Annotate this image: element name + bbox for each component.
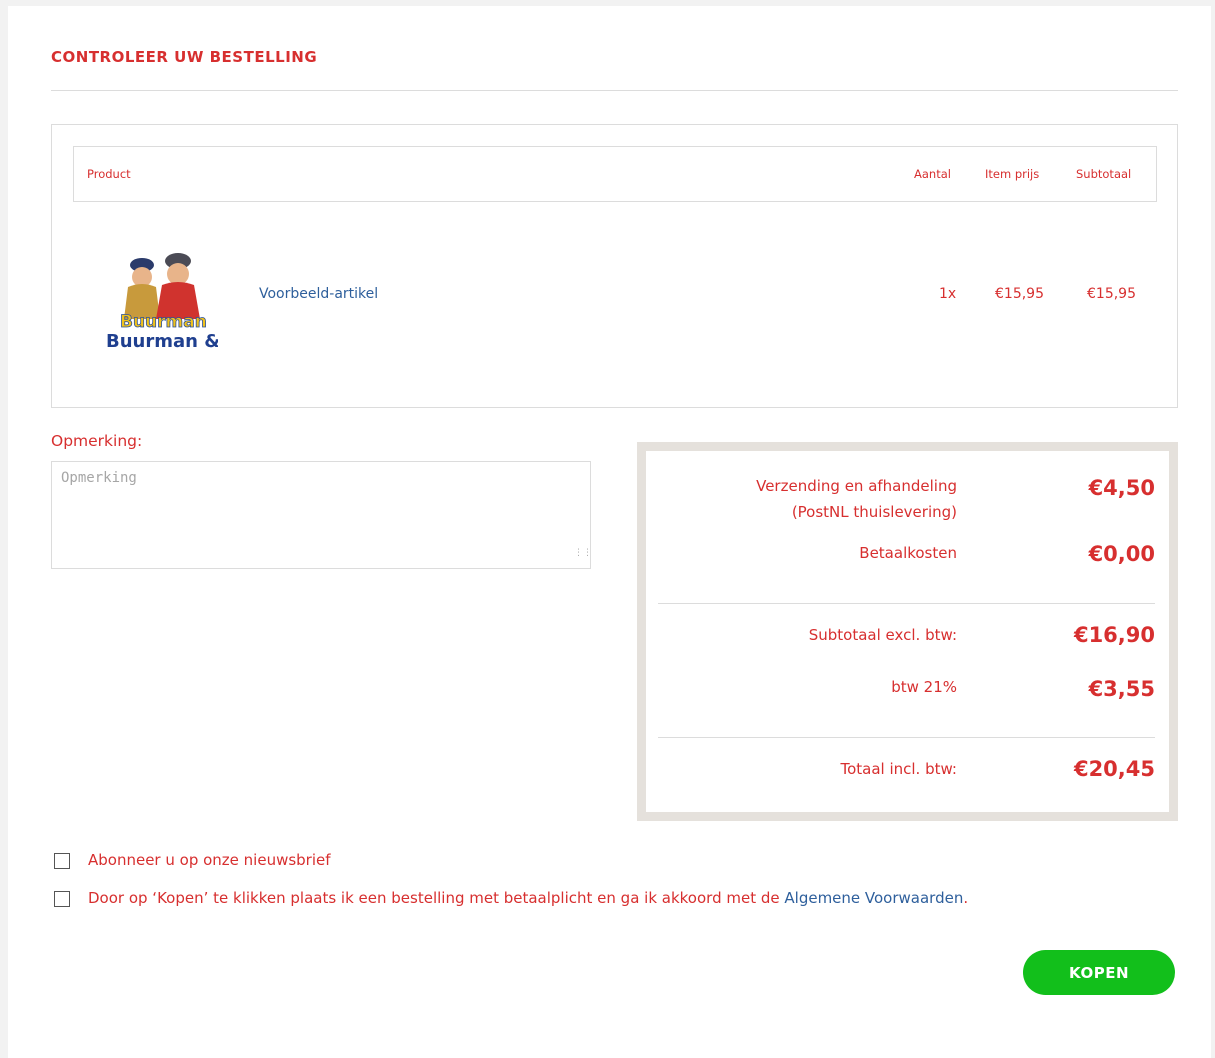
payment-value: €0,00 [1088,542,1155,566]
item-subtotal: €15,95 [1087,286,1136,302]
item-quantity: 1x [939,286,957,302]
terms-label: Door op ‘Kopen’ te klikken plaats ik een… [88,886,988,910]
header-item-price: Item prijs [985,167,1040,181]
header-quantity: Aantal [914,167,951,181]
header-product: Product [87,167,131,181]
shipping-label-line-1: Verzending en afhandeling [756,477,957,495]
summary-divider [658,737,1155,738]
header-subtotal: Subtotaal [1076,167,1132,181]
terms-suffix: . [963,889,969,907]
newsletter-label: Abonneer u op onze nieuwsbrief [88,851,331,869]
remark-label: Opmerking: [51,432,143,450]
product-link[interactable]: Voorbeeld-artikel [259,286,378,302]
remark-input[interactable] [51,461,591,569]
title-divider [51,90,1178,91]
shipping-label-line-2: (PostNL thuislevering) [791,503,957,521]
subtotal-label: Subtotaal excl. btw: [808,626,957,644]
subtotal-value: €16,90 [1073,623,1155,647]
page-title: CONTROLEER UW BESTELLING [51,48,318,66]
total-label: Totaal incl. btw: [840,760,957,778]
cart-table-header: Product Aantal Item prijs Subtotaal [73,146,1157,202]
shipping-value: €4,50 [1088,476,1155,500]
cart-table: Product Aantal Item prijs Subtotaal Buur… [51,124,1178,408]
terms-link[interactable]: Algemene Voorwaarden [784,889,963,907]
total-value: €20,45 [1073,757,1155,781]
summary-divider [658,603,1155,604]
product-image-logo-line-2: Buurman & [106,331,218,352]
buy-button[interactable]: KOPEN [1023,950,1175,995]
order-summary: Verzending en afhandeling (PostNL thuisl… [637,442,1178,821]
shipping-label: Verzending en afhandeling (PostNL thuisl… [756,473,957,525]
item-price: €15,95 [995,286,1044,302]
resize-grip-icon[interactable]: ⋮⋮ [574,549,592,561]
vat-label: btw 21% [891,678,957,696]
payment-label: Betaalkosten [859,544,957,562]
checkout-page: CONTROLEER UW BESTELLING Product Aantal … [8,6,1211,1058]
terms-checkbox[interactable] [54,891,70,907]
product-image-logo-line-1: Buurman [120,312,207,332]
terms-text: Door op ‘Kopen’ te klikken plaats ik een… [88,889,780,907]
product-image[interactable]: Buurman Buurman & [106,247,218,355]
vat-value: €3,55 [1088,677,1155,701]
newsletter-checkbox[interactable] [54,853,70,869]
